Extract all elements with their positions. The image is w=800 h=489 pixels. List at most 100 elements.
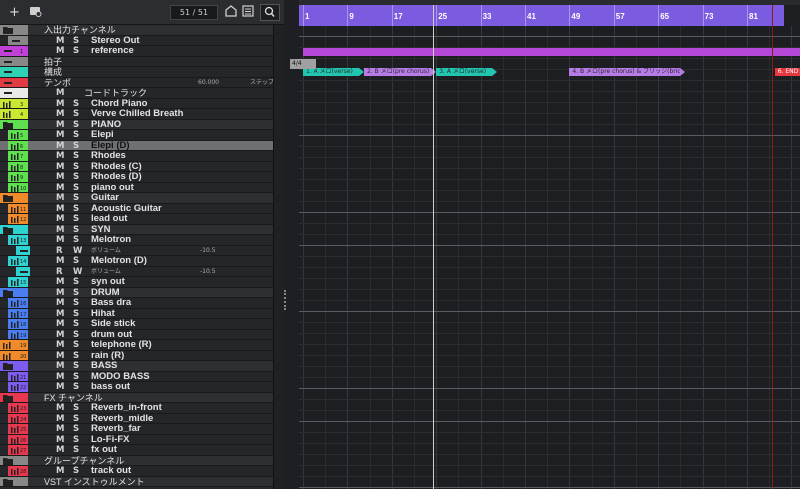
track-list-menu-icon[interactable] (239, 4, 256, 21)
solo-button[interactable]: S (73, 445, 79, 456)
track-name[interactable]: Side stick (91, 318, 135, 330)
solo-button[interactable]: S (73, 225, 79, 236)
mute-button[interactable]: M (56, 162, 64, 173)
folder-track[interactable]: 入出力チャンネル (0, 25, 273, 36)
mute-button[interactable]: M (56, 172, 64, 183)
add-track-button[interactable]: + (6, 4, 23, 21)
solo-button[interactable]: S (73, 141, 79, 152)
solo-button[interactable]: S (73, 298, 79, 309)
track-name[interactable]: Verve Chilled Breath (91, 108, 183, 120)
solo-button[interactable]: S (73, 36, 79, 47)
folder-track[interactable]: M S SYN (0, 224, 273, 236)
track-row[interactable]: 21 M S MODO BASS (0, 371, 273, 383)
solo-button[interactable]: S (73, 361, 79, 372)
folder-track[interactable]: M S PIANO (0, 119, 273, 131)
track-row[interactable]: 26 M S Lo-Fi-FX (0, 434, 273, 446)
solo-button[interactable]: S (73, 319, 79, 330)
folder-track[interactable]: M S DRUM (0, 287, 273, 299)
solo-button[interactable]: S (73, 214, 79, 225)
track-name[interactable]: fx out (91, 444, 117, 456)
mute-button[interactable]: M (56, 403, 64, 414)
track-name[interactable]: bass out (91, 381, 130, 393)
track-name[interactable]: Reverb_far (91, 423, 141, 435)
track-row[interactable]: 13 M S Melotron (0, 234, 273, 246)
solo-button[interactable]: S (73, 172, 79, 183)
solo-button[interactable]: S (73, 382, 79, 393)
mute-button[interactable]: M (56, 288, 64, 299)
solo-button[interactable]: S (73, 351, 79, 362)
track-row[interactable]: 17 M S Hihat (0, 308, 273, 319)
time-signature-event[interactable]: 4/4 (290, 59, 316, 69)
solo-button[interactable]: S (73, 183, 79, 194)
mute-button[interactable]: M (56, 424, 64, 435)
track-row[interactable]: 16 M S Bass dra (0, 297, 273, 309)
track-row[interactable]: 19 M Stelephone (R) (0, 339, 273, 351)
mute-button[interactable]: M (56, 36, 64, 47)
track-name[interactable]: 入出力チャンネル (44, 25, 116, 36)
track-row[interactable]: 18 M S Side stick (0, 318, 273, 330)
mute-button[interactable]: M (56, 193, 64, 204)
mute-button[interactable]: M (56, 88, 64, 99)
solo-button[interactable]: S (73, 372, 79, 383)
panel-splitter[interactable] (284, 0, 299, 489)
folder-track[interactable]: VST インストゥルメント (0, 476, 273, 488)
track-name[interactable]: 拍子 (44, 57, 62, 68)
track-name[interactable]: VST インストゥルメント (44, 477, 145, 488)
track-name[interactable]: Melotron (91, 234, 131, 246)
track-row[interactable]: 構成 (0, 67, 273, 78)
track-row[interactable]: 6 M S Elepi (D) (0, 140, 273, 152)
track-row[interactable]: 1 M Sreference (0, 45, 273, 57)
folder-track[interactable]: M S Guitar (0, 192, 273, 204)
bar-ruler[interactable]: 1 9 17 25 33 41 49 57 65 73 81 (299, 5, 784, 26)
track-name[interactable]: telephone (R) (91, 339, 152, 351)
solo-button[interactable]: S (73, 162, 79, 173)
mute-button[interactable]: M (56, 120, 64, 131)
mute-button[interactable]: M (56, 372, 64, 383)
mute-button[interactable]: M (56, 183, 64, 194)
mute-button[interactable]: M (56, 109, 64, 120)
solo-button[interactable]: S (73, 204, 79, 215)
track-presets-icon[interactable] (26, 4, 43, 21)
right-locator-line[interactable] (772, 5, 773, 489)
track-name[interactable]: BASS (91, 360, 117, 372)
mute-button[interactable]: M (56, 340, 64, 351)
left-locator-line[interactable] (433, 5, 434, 489)
track-row[interactable]: 23 M S Reverb_in-front (0, 402, 273, 414)
mute-button[interactable]: M (56, 277, 64, 288)
solo-button[interactable]: S (73, 256, 79, 267)
track-row[interactable]: 25 M S Reverb_far (0, 423, 273, 435)
splitter-grip-icon[interactable] (284, 290, 287, 310)
solo-button[interactable]: S (73, 120, 79, 131)
track-name[interactable]: Guitar (91, 192, 119, 204)
track-row[interactable]: R W ボリューム -10.5 (0, 266, 273, 278)
section-marker[interactable]: 4. B メロ(pre chorus) & ブリッジ(bridge) (569, 68, 691, 76)
reference-audio-part[interactable] (303, 48, 800, 56)
section-marker[interactable]: 1. A メロ(verse) (303, 68, 363, 76)
track-name[interactable]: 構成 (44, 67, 62, 78)
mute-button[interactable]: M (56, 330, 64, 341)
track-name[interactable]: Bass dra (91, 297, 131, 309)
mute-button[interactable]: M (56, 382, 64, 393)
track-row[interactable]: 4 M S Verve Chilled Breath (0, 108, 273, 120)
solo-button[interactable]: S (73, 288, 79, 299)
track-name[interactable]: Rhodes (91, 150, 126, 162)
mute-button[interactable]: M (56, 256, 64, 267)
track-row[interactable]: 27 M Sfx out (0, 444, 273, 456)
track-row[interactable]: 20 M Srain (R) (0, 350, 273, 362)
solo-button[interactable]: S (73, 466, 79, 477)
track-name[interactable]: Elepi (91, 129, 114, 141)
solo-button[interactable]: S (73, 46, 79, 57)
track-name[interactable]: Melotron (D) (91, 255, 147, 267)
track-name[interactable]: Reverb_in-front (91, 402, 162, 414)
track-row[interactable]: M コードトラック (0, 88, 273, 99)
track-name[interactable]: syn out (91, 276, 125, 288)
mute-button[interactable]: M (56, 414, 64, 425)
solo-button[interactable]: S (73, 330, 79, 341)
track-row[interactable]: 12 M Slead out (0, 213, 273, 225)
track-row[interactable]: M S Stereo Out (0, 35, 273, 47)
solo-button[interactable]: S (73, 340, 79, 351)
read-automation-button[interactable]: R (56, 267, 63, 278)
mute-button[interactable]: M (56, 435, 64, 446)
track-row[interactable]: 14 M S Melotron (D) (0, 255, 273, 267)
mute-button[interactable]: M (56, 445, 64, 456)
